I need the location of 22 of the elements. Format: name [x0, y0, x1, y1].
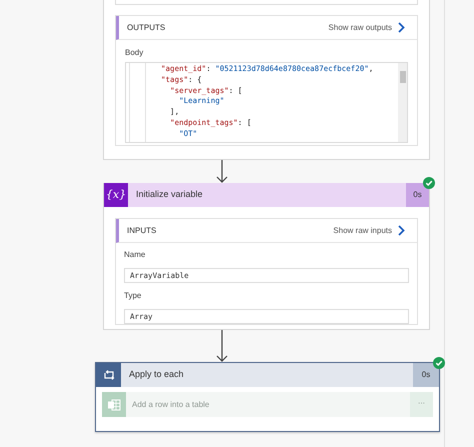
- body-label: Body: [125, 48, 144, 58]
- field-label: Type: [124, 291, 142, 301]
- field-label: Name: [124, 250, 146, 260]
- step-title: Initialize variable: [136, 188, 203, 202]
- panel-title: OUTPUTS: [127, 22, 166, 34]
- loop-icon: [102, 370, 114, 380]
- panel-title: INPUTS: [127, 224, 156, 236]
- arrow-icon: [216, 160, 228, 183]
- step-title: Apply to each: [129, 368, 184, 382]
- arrow-icon: [216, 330, 228, 362]
- duration-label: 0s: [406, 183, 429, 207]
- variable-icon: {x}: [104, 183, 128, 207]
- duration-label: 0s: [413, 363, 439, 387]
- chevron-right-icon: [398, 22, 405, 33]
- scrollbar[interactable]: [398, 63, 407, 142]
- action-title: Add a row into a table: [132, 398, 210, 410]
- show-raw-link[interactable]: Show raw inputs: [333, 224, 405, 236]
- spreadsheet-icon: [107, 398, 121, 410]
- show-raw-link[interactable]: Show raw outputs: [328, 22, 405, 34]
- step-header[interactable]: {x} Initialize variable 0s: [104, 183, 429, 207]
- chevron-right-icon: [398, 225, 405, 236]
- step-header[interactable]: Apply to each 0s: [96, 363, 439, 387]
